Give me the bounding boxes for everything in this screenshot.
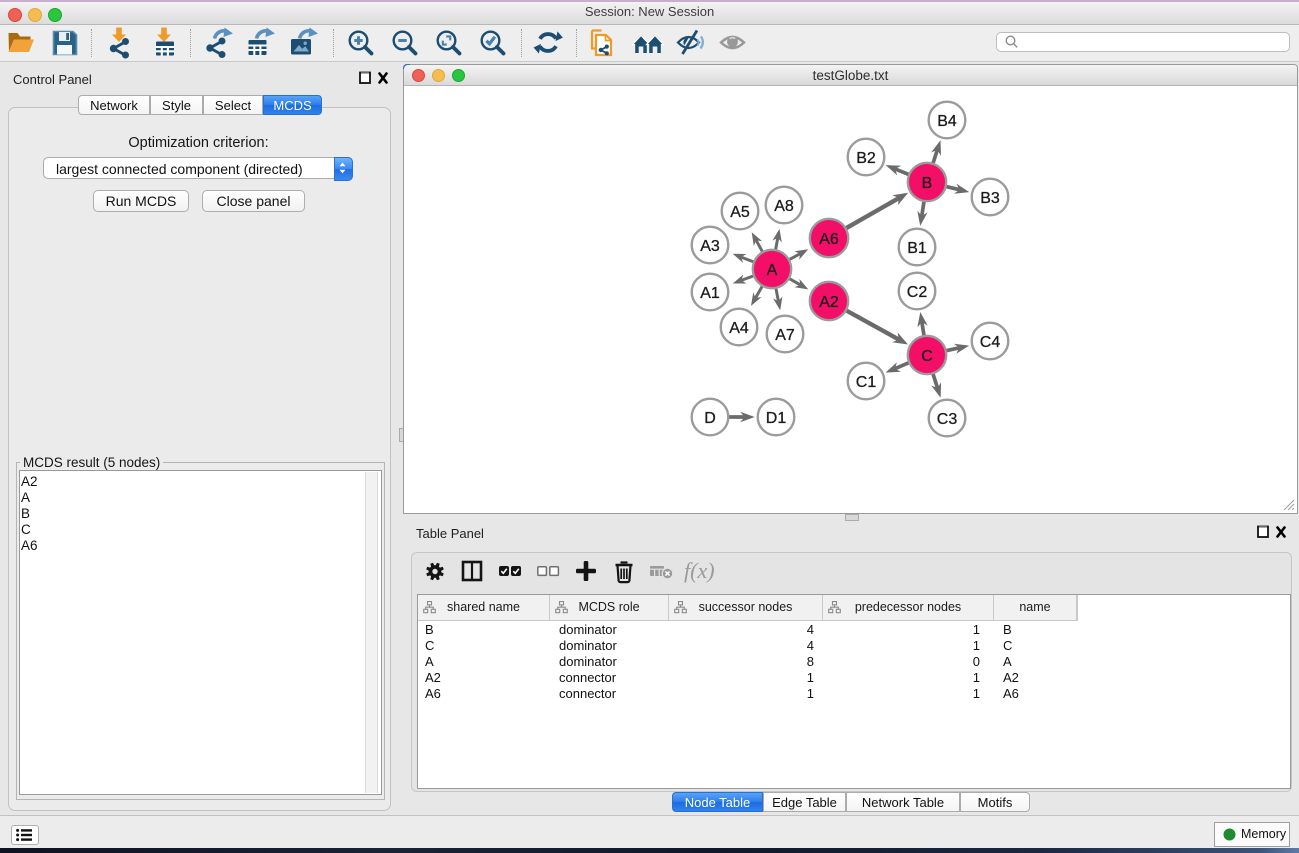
svg-text:C: C [921, 348, 933, 365]
svg-text:B1: B1 [907, 240, 927, 257]
svg-text:C1: C1 [856, 374, 877, 391]
svg-text:C3: C3 [937, 411, 958, 428]
svg-text:C4: C4 [980, 334, 1001, 351]
svg-text:A2: A2 [819, 294, 839, 311]
svg-text:A3: A3 [700, 238, 720, 255]
svg-text:A4: A4 [729, 320, 749, 337]
svg-text:A6: A6 [819, 231, 839, 248]
svg-text:D1: D1 [766, 410, 787, 427]
svg-text:B3: B3 [980, 190, 1000, 207]
svg-text:B4: B4 [937, 113, 957, 130]
svg-text:A8: A8 [774, 198, 794, 215]
svg-text:C2: C2 [907, 284, 928, 301]
svg-text:A7: A7 [775, 327, 795, 344]
svg-text:B2: B2 [856, 150, 876, 167]
svg-text:A1: A1 [700, 285, 720, 302]
svg-text:B: B [922, 175, 933, 192]
svg-text:A5: A5 [730, 204, 750, 221]
svg-text:D: D [704, 410, 716, 427]
svg-text:A: A [767, 262, 778, 279]
